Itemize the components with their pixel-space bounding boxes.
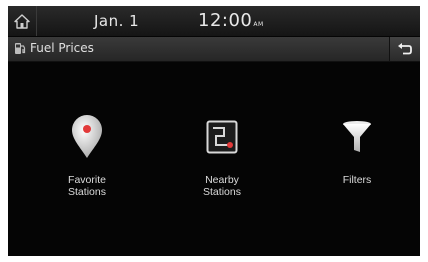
fuel-pump-icon: [15, 43, 26, 54]
time-value: 12:00: [198, 10, 253, 31]
favorite-stations-button[interactable]: Favorite Stations: [32, 114, 142, 214]
nearby-stations-label: Nearby Stations: [203, 174, 241, 198]
date-display: Jan. 1: [94, 12, 140, 30]
time-ampm: AM: [253, 21, 264, 28]
time-display: 12:00AM: [198, 10, 264, 31]
nearby-stations-button[interactable]: Nearby Stations: [167, 114, 277, 214]
funnel-icon: [343, 121, 371, 152]
home-icon: [14, 13, 30, 29]
nearby-map-icon: [206, 120, 238, 154]
title-bar: Fuel Prices: [8, 37, 420, 62]
filters-button[interactable]: Filters: [302, 114, 412, 214]
back-arrow-icon: [398, 42, 412, 54]
home-button[interactable]: [8, 6, 37, 36]
favorite-stations-label: Favorite Stations: [68, 174, 106, 198]
filters-label: Filters: [342, 174, 372, 186]
map-pin-icon: [72, 115, 102, 158]
page-title: Fuel Prices: [30, 41, 94, 55]
fuel-prices-screen: Jan. 1 12:00AM Fuel Prices Favorite Stat…: [8, 6, 420, 256]
status-bar: Jan. 1 12:00AM: [8, 6, 420, 36]
back-button[interactable]: [389, 37, 420, 61]
